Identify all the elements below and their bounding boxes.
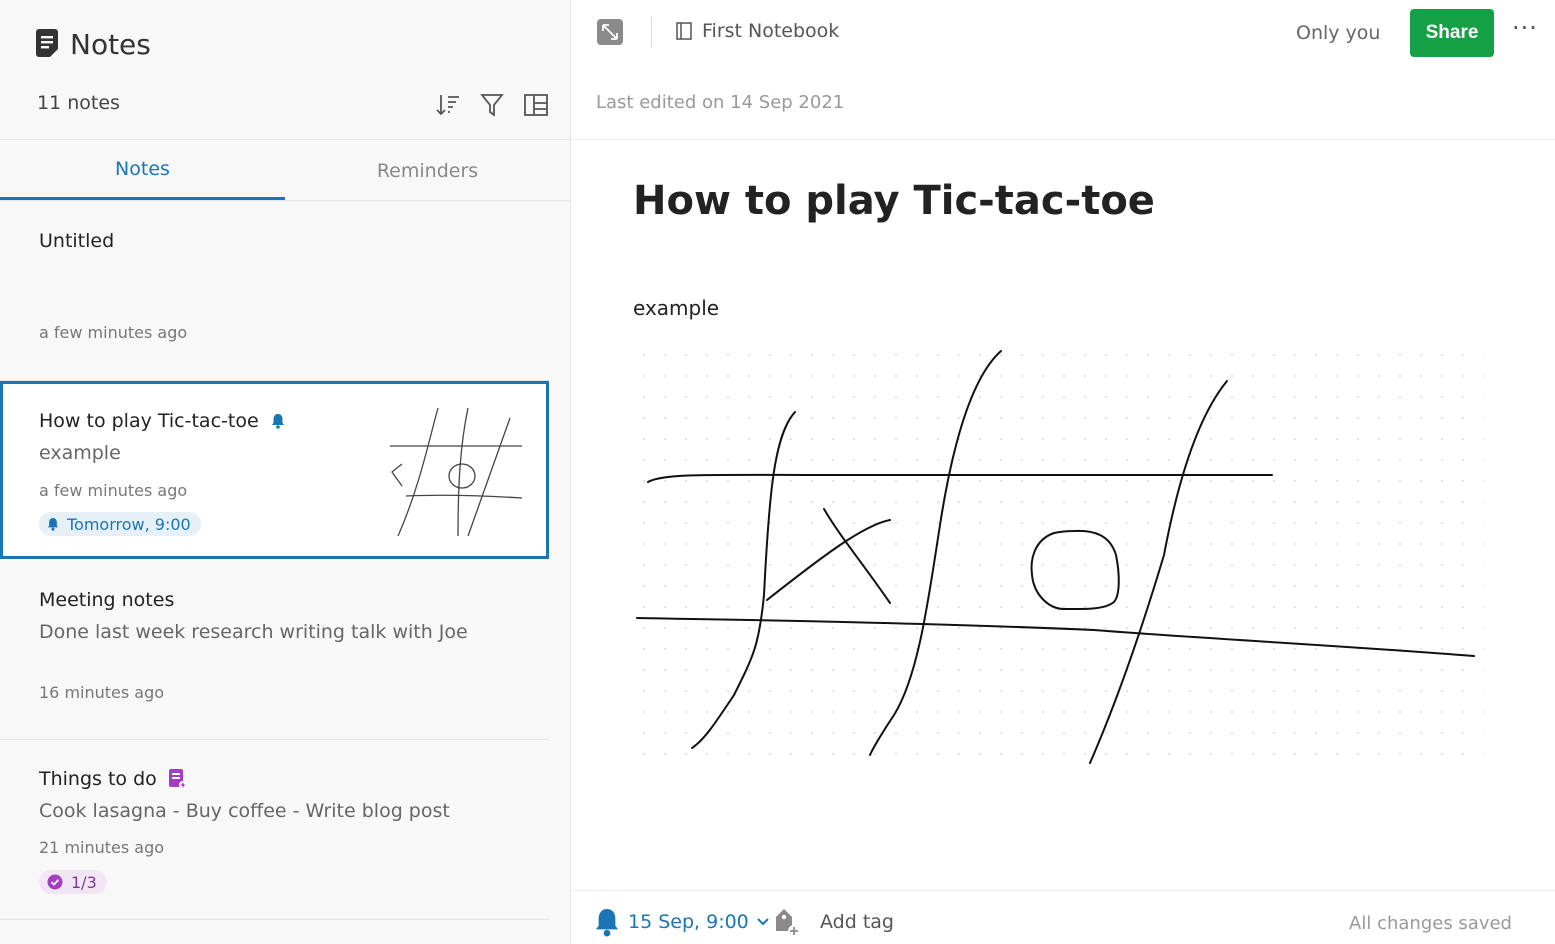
reminder-badge[interactable]: Tomorrow, 9:00 <box>39 512 201 536</box>
note-editor: First Notebook Only you Share ··· Last e… <box>572 0 1555 944</box>
list-item[interactable]: Things to do Cook lasagna - Buy coffee -… <box>0 740 549 920</box>
add-tag-label[interactable]: Add tag <box>820 911 894 933</box>
task-progress-label: 1/3 <box>71 872 97 892</box>
add-tag-icon-button[interactable] <box>772 907 802 943</box>
last-edited: Last edited on 14 Sep 2021 <box>596 92 845 113</box>
note-time: 16 minutes ago <box>39 683 165 702</box>
filter-icon <box>480 94 504 117</box>
note-snippet: Cook lasagna - Buy coffee - Write blog p… <box>39 800 450 822</box>
note-title: How to play Tic-tac-toe <box>39 410 285 432</box>
task-progress-badge[interactable]: 1/3 <box>39 870 107 894</box>
bell-icon <box>595 909 619 937</box>
list-item[interactable]: Meeting notes Done last week research wr… <box>0 559 549 740</box>
notes-list-pane: Notes 11 notes Notes Reminders Untitled … <box>0 0 571 944</box>
tag-add-icon <box>776 909 800 937</box>
tab-reminders[interactable]: Reminders <box>285 141 570 200</box>
notes-icon <box>36 28 58 61</box>
sort-icon <box>436 95 459 116</box>
note-title-text: Things to do <box>39 768 157 790</box>
task-icon <box>168 769 187 789</box>
save-status: All changes saved <box>1349 913 1512 934</box>
notes-tabs: Notes Reminders <box>0 141 571 201</box>
bell-icon <box>47 518 59 531</box>
tab-notes[interactable]: Notes <box>0 141 285 200</box>
bell-icon <box>271 414 284 429</box>
check-circle-icon <box>47 874 63 890</box>
notebook-selector[interactable]: First Notebook <box>676 20 839 42</box>
drawing-canvas[interactable] <box>634 345 1484 770</box>
reminder-date-label: 15 Sep, 9:00 <box>628 911 749 933</box>
note-snippet: example <box>39 442 121 464</box>
note-time: a few minutes ago <box>39 481 188 500</box>
visibility-label[interactable]: Only you <box>1296 22 1380 44</box>
editor-footer: 15 Sep, 9:00 Add tag All changes saved <box>572 890 1555 944</box>
note-snippet: Done last week research writing talk wit… <box>39 621 468 643</box>
dot-grid <box>634 345 1484 770</box>
editor-header: First Notebook Only you Share ··· Last e… <box>572 0 1555 140</box>
layout-icon <box>524 94 548 116</box>
share-button[interactable]: Share <box>1410 9 1494 57</box>
note-time: a few minutes ago <box>39 323 188 342</box>
more-options-button[interactable]: ··· <box>1510 16 1540 48</box>
expand-button[interactable] <box>597 19 623 45</box>
note-title-text: How to play Tic-tac-toe <box>39 410 259 432</box>
note-time: 21 minutes ago <box>39 838 165 857</box>
divider <box>651 17 652 47</box>
reminder-badge-label: Tomorrow, 9:00 <box>67 514 191 534</box>
list-item[interactable]: Untitled a few minutes ago <box>0 201 549 381</box>
sort-button[interactable] <box>435 92 461 118</box>
note-title: Untitled <box>39 230 115 252</box>
note-title-heading[interactable]: How to play Tic-tac-toe <box>633 178 1155 224</box>
notes-list: Untitled a few minutes ago How to play T… <box>0 201 571 920</box>
note-body-text[interactable]: example <box>633 296 719 320</box>
notes-list-header: Notes 11 notes <box>0 0 571 140</box>
list-item-selected[interactable]: How to play Tic-tac-toe example a few mi… <box>0 381 549 559</box>
notes-list-title: Notes <box>36 28 151 61</box>
layout-button[interactable] <box>523 92 549 118</box>
chevron-down-icon <box>757 918 769 926</box>
notebook-icon <box>676 22 692 40</box>
note-title: Meeting notes <box>39 589 175 611</box>
note-title: Things to do <box>39 768 187 790</box>
note-thumbnail <box>390 407 523 537</box>
reminder-date-button[interactable]: 15 Sep, 9:00 <box>594 907 769 937</box>
notebook-name: First Notebook <box>702 20 840 42</box>
filter-button[interactable] <box>479 92 505 118</box>
expand-icon <box>602 24 618 40</box>
page-title: Notes <box>70 28 151 61</box>
note-count: 11 notes <box>37 92 120 114</box>
